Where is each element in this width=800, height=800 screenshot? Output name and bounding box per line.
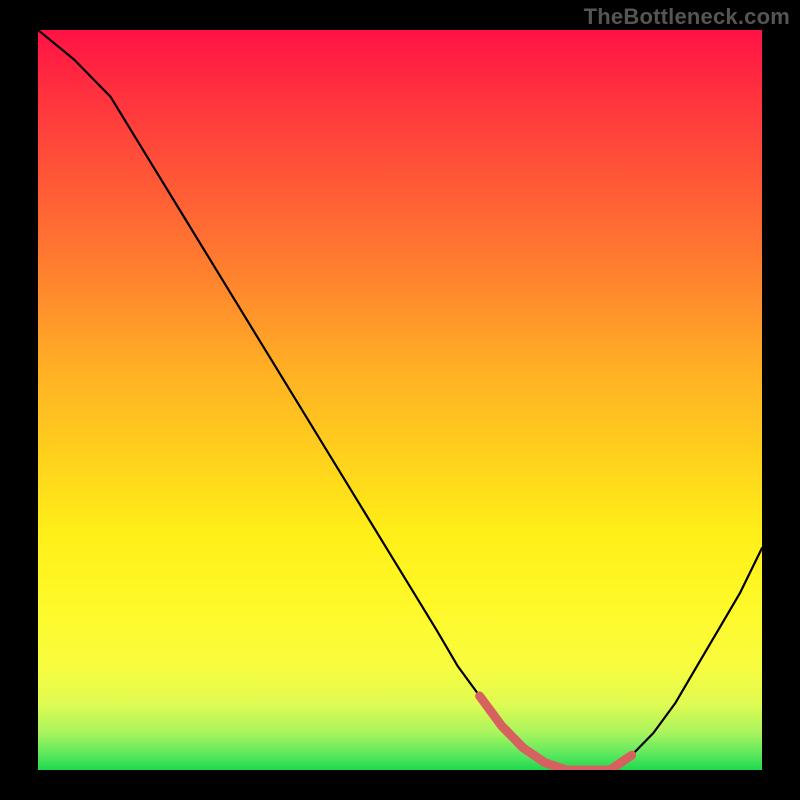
watermark-text: TheBottleneck.com	[584, 4, 790, 30]
bottleneck-curve-path	[38, 30, 762, 770]
chart-svg	[38, 30, 762, 770]
chart-frame: TheBottleneck.com	[0, 0, 800, 800]
optimal-range-marker-path	[480, 696, 632, 770]
